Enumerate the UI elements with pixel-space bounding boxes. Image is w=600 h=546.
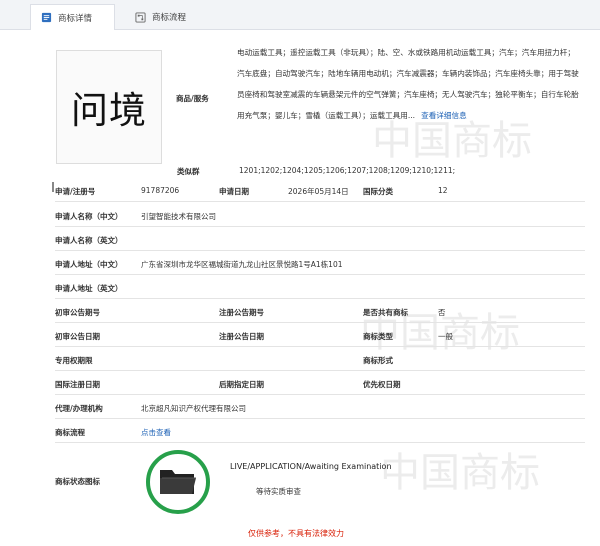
field-value: 1201;1202;1204;1205;1206;1207;1208;1209;… bbox=[239, 166, 456, 175]
row-announcement-issue: 初审公告期号 注册公告期号 是否共有商标 否 bbox=[55, 301, 585, 323]
field-value: 广东省深圳市龙华区福城街道九龙山社区景悦路1号A1栋101 bbox=[141, 260, 343, 269]
row-applicant-cn: 申请人名称（中文） 引望智能技术有限公司 bbox=[55, 205, 585, 227]
field-label: 商标类型 bbox=[363, 332, 393, 341]
field-label: 优先权日期 bbox=[363, 380, 401, 389]
field-label: 商标流程 bbox=[55, 428, 85, 437]
field-label: 申请人地址（英文） bbox=[55, 284, 123, 293]
tab-label: 商标流程 bbox=[152, 13, 187, 23]
field-label: 申请人名称（英文） bbox=[55, 236, 123, 245]
field-value: 2026年05月14日 bbox=[288, 187, 349, 196]
row-process: 商标流程 点击查看 bbox=[55, 421, 585, 443]
field-label: 初审公告日期 bbox=[55, 332, 100, 341]
status-icon-ring bbox=[146, 450, 210, 514]
folder-icon bbox=[160, 470, 196, 494]
tab-bar: 商标详情 商标流程 bbox=[0, 0, 600, 30]
row-intl-dates: 国际注册日期 后期指定日期 优先权日期 bbox=[55, 373, 585, 395]
field-label: 国际注册日期 bbox=[55, 380, 100, 389]
status-text-cn: 等待实质审查 bbox=[256, 487, 301, 496]
field-label: 类似群 bbox=[177, 167, 200, 176]
field-label: 申请人地址（中文） bbox=[55, 260, 123, 269]
field-label: 后期指定日期 bbox=[219, 380, 264, 389]
field-value: 引望智能技术有限公司 bbox=[141, 212, 216, 221]
tab-label: 商标详情 bbox=[58, 13, 93, 24]
goods-label: 商品/服务 bbox=[176, 94, 209, 103]
row-address-cn: 申请人地址（中文） 广东省深圳市龙华区福城街道九龙山社区景悦路1号A1栋101 bbox=[55, 253, 585, 275]
flow-icon bbox=[135, 11, 146, 23]
tab-trademark-detail[interactable]: 商标详情 bbox=[30, 4, 115, 30]
row-applicant-en: 申请人名称（英文） bbox=[55, 229, 585, 251]
field-label: 专用权期限 bbox=[55, 356, 93, 365]
goods-list: 电动运载工具；遥控运载工具（非玩具）；陆、空、水或铁路用机动运载工具；汽车；汽车… bbox=[237, 48, 579, 120]
field-label: 商标形式 bbox=[363, 356, 393, 365]
disclaimer-text: 仅供参考，不具有法律效力 bbox=[248, 529, 344, 538]
field-value: 12 bbox=[438, 186, 448, 195]
trademark-text: 问境 bbox=[71, 89, 147, 132]
field-label: 商标状态图标 bbox=[55, 477, 100, 486]
field-label: 申请/注册号 bbox=[55, 187, 96, 196]
field-value: 否 bbox=[438, 308, 446, 317]
field-label: 代理/办理机构 bbox=[55, 404, 103, 413]
row-status-icon: 商标状态图标 bbox=[55, 470, 585, 492]
field-label: 是否共有商标 bbox=[363, 308, 408, 317]
field-label: 申请日期 bbox=[219, 187, 249, 196]
field-label: 注册公告期号 bbox=[219, 308, 264, 317]
row-similar-group: 类似群 1201;1202;1204;1205;1206;1207;1208;1… bbox=[55, 160, 585, 182]
field-value: 一般 bbox=[438, 332, 453, 341]
field-label: 注册公告日期 bbox=[219, 332, 264, 341]
row-announcement-date: 初审公告日期 注册公告日期 商标类型 一般 bbox=[55, 325, 585, 347]
status-text-en: LIVE/APPLICATION/Awaiting Examination bbox=[230, 462, 392, 471]
field-label: 申请人名称（中文） bbox=[55, 212, 123, 221]
goods-services-text: 电动运载工具；遥控运载工具（非玩具）；陆、空、水或铁路用机动运载工具；汽车；汽车… bbox=[237, 42, 582, 126]
row-exclusive-period: 专用权期限 商标形式 bbox=[55, 349, 585, 371]
field-label: 初审公告期号 bbox=[55, 308, 100, 317]
document-icon bbox=[41, 12, 52, 23]
field-value: 91787206 bbox=[141, 186, 180, 195]
view-process-link[interactable]: 点击查看 bbox=[141, 427, 171, 438]
trademark-image: 问境 bbox=[56, 50, 162, 164]
tab-trademark-process[interactable]: 商标流程 bbox=[125, 4, 220, 30]
row-agent: 代理/办理机构 北京超凡知识产权代理有限公司 bbox=[55, 397, 585, 419]
field-label: 国际分类 bbox=[363, 187, 393, 196]
row-address-en: 申请人地址（英文） bbox=[55, 277, 585, 299]
view-detail-link[interactable]: 查看详细信息 bbox=[421, 111, 467, 120]
row-reg-number: 申请/注册号 91787206 申请日期 2026年05月14日 国际分类 12 bbox=[55, 180, 585, 202]
row-marker bbox=[52, 182, 54, 192]
field-value: 北京超凡知识产权代理有限公司 bbox=[141, 404, 246, 413]
